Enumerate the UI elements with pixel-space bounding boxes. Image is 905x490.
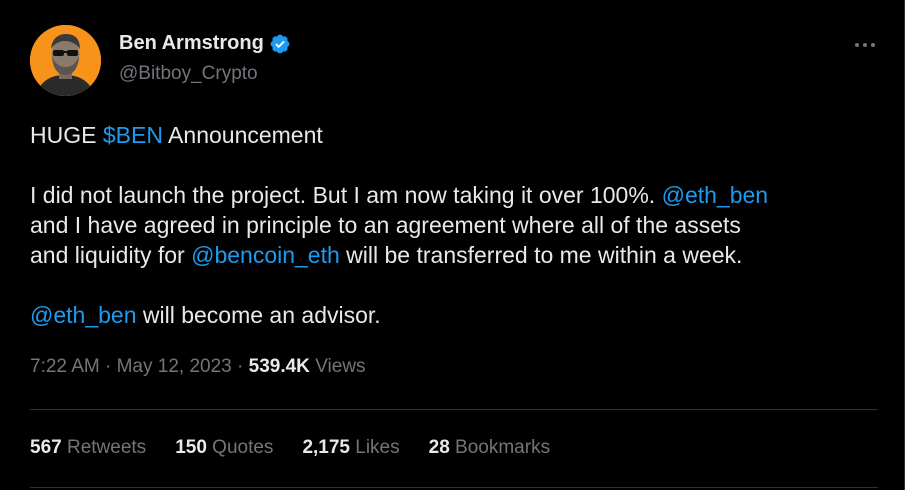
text-segment: and liquidity for — [30, 242, 192, 268]
likes-count: 2,175 — [302, 437, 350, 458]
text-segment: and I have agreed in principle to an agr… — [30, 212, 741, 238]
divider — [30, 409, 878, 410]
text-segment: HUGE — [30, 122, 103, 148]
mention-eth-ben-link[interactable]: @eth_ben — [30, 302, 137, 328]
mention-bencoin-eth-link[interactable]: @bencoin_eth — [191, 242, 340, 268]
tweet-line-5: @eth_ben will become an advisor. — [30, 300, 890, 330]
meta-separator: · — [231, 356, 249, 377]
retweets-stat[interactable]: 567 Retweets — [30, 437, 146, 459]
divider — [30, 487, 878, 488]
meta-separator: · — [99, 356, 117, 377]
tweet-line-1: HUGE $BEN Announcement — [30, 120, 890, 150]
views-count: 539.4K — [248, 356, 310, 377]
text-segment: I did not launch the project. But I am n… — [30, 182, 662, 208]
engagement-stats: 567 Retweets 150 Quotes 2,175 Likes 28 B… — [30, 437, 550, 459]
views-label: Views — [309, 356, 366, 377]
bookmarks-stat[interactable]: 28 Bookmarks — [429, 437, 550, 459]
more-dots-icon — [855, 43, 875, 47]
tweet-time[interactable]: 7:22 AM — [30, 356, 100, 377]
quotes-label: Quotes — [206, 437, 274, 458]
text-segment: will become an advisor. — [136, 302, 381, 328]
cashtag-link[interactable]: $BEN — [103, 122, 163, 148]
quotes-count: 150 — [175, 437, 207, 458]
tweet-line-2: I did not launch the project. But I am n… — [30, 180, 890, 210]
tweet-meta: 7:22 AM · May 12, 2023 · 539.4K Views — [30, 356, 366, 378]
author-name[interactable]: Ben Armstrong — [119, 32, 264, 55]
retweets-label: Retweets — [61, 437, 147, 458]
tweet-card: Ben Armstrong @Bitboy_Crypto HUGE $BEN A… — [0, 0, 905, 490]
retweets-count: 567 — [30, 437, 62, 458]
author-handle[interactable]: @Bitboy_Crypto — [119, 63, 258, 85]
text-segment: Announcement — [162, 122, 323, 148]
tweet-text: HUGE $BEN Announcement I did not launch … — [30, 120, 890, 330]
tweet-line-4: and liquidity for @bencoin_eth will be t… — [30, 240, 890, 270]
likes-stat[interactable]: 2,175 Likes — [302, 437, 399, 459]
mention-eth-ben-link[interactable]: @eth_ben — [662, 182, 769, 208]
author-name-row[interactable]: Ben Armstrong — [119, 32, 291, 55]
quotes-stat[interactable]: 150 Quotes — [175, 437, 273, 459]
verified-badge-icon — [270, 34, 290, 53]
tweet-date[interactable]: May 12, 2023 — [117, 356, 232, 377]
avatar[interactable] — [30, 25, 101, 96]
text-segment: will be transferred to me within a week. — [339, 242, 743, 268]
bookmarks-label: Bookmarks — [449, 437, 551, 458]
tweet-line-3: and I have agreed in principle to an agr… — [30, 210, 890, 240]
more-options-button[interactable] — [850, 35, 880, 55]
bookmarks-count: 28 — [428, 437, 450, 458]
likes-label: Likes — [349, 437, 400, 458]
avatar-photo-icon — [30, 25, 101, 96]
